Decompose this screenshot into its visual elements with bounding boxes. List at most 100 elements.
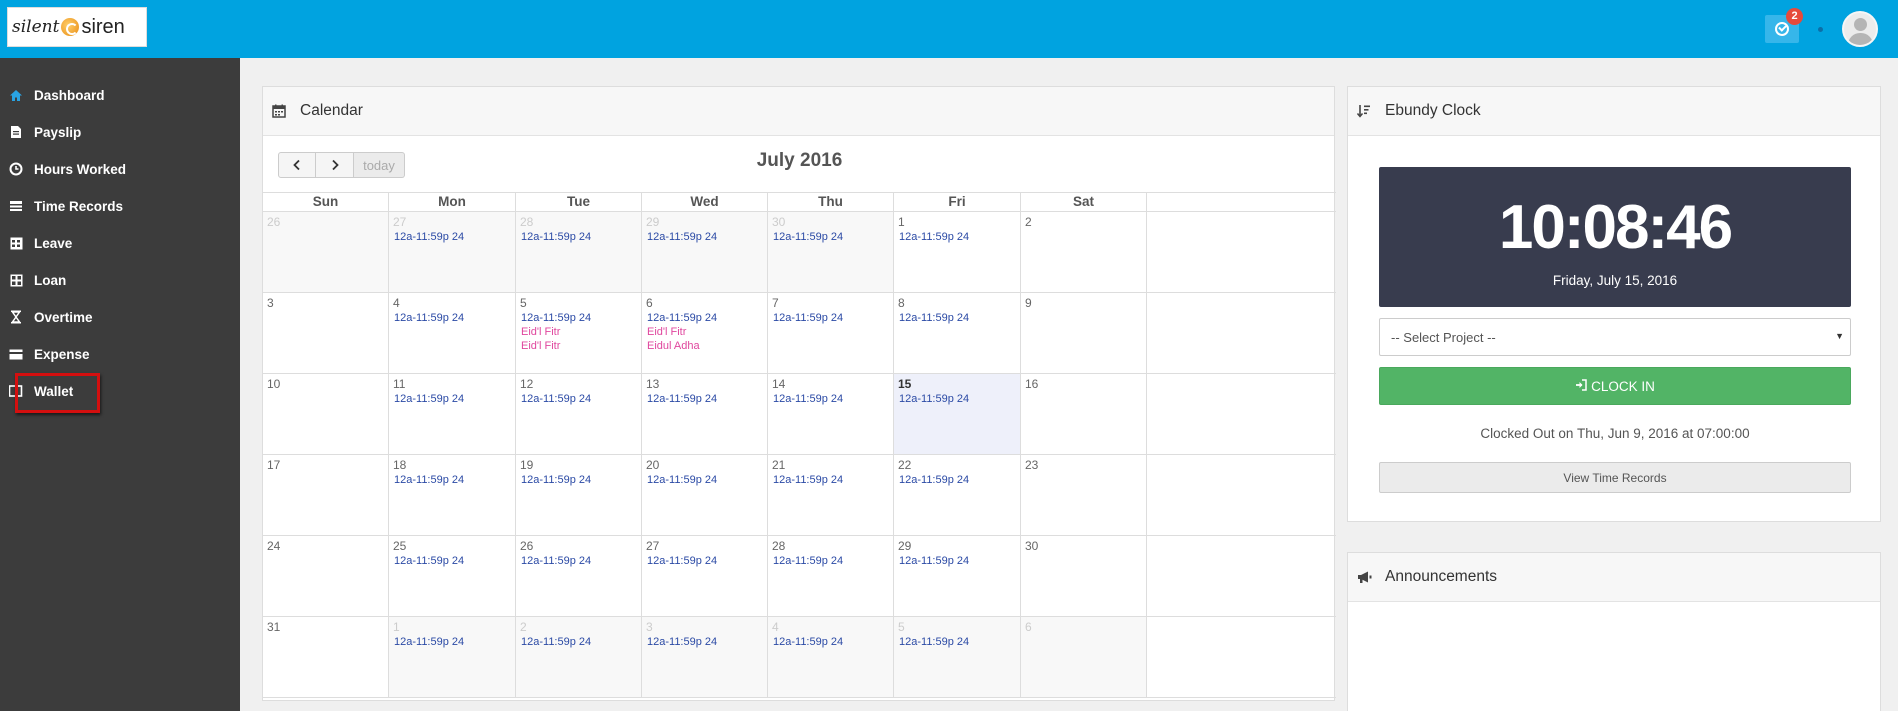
calendar-day[interactable]: 25 12a-11:59p 24 [389, 536, 516, 616]
sidebar-item-loan[interactable]: Loan [0, 265, 240, 295]
calendar-event[interactable]: 12a-11:59p 24 [647, 311, 763, 325]
sidebar-item-payslip[interactable]: Payslip [0, 117, 240, 147]
announcements-panel: Announcements [1347, 552, 1881, 711]
clock-in-button[interactable]: CLOCK IN [1379, 367, 1851, 405]
top-navbar: silent siren 2 [0, 0, 1898, 58]
calendar-day[interactable]: 5 12a-11:59p 24 [894, 617, 1021, 697]
calendar-day[interactable]: 4 12a-11:59p 24 [768, 617, 894, 697]
calendar-event[interactable]: 12a-11:59p 24 [647, 392, 763, 406]
calendar-day[interactable]: 4 12a-11:59p 24 [389, 293, 516, 373]
holiday-event[interactable]: Eid'l Fitr [647, 325, 763, 339]
calendar-week-row: 24 25 12a-11:59p 24 26 12a-11:59p 24 27 12a-11… [263, 536, 1336, 617]
calendar-event[interactable]: 12a-11:59p 24 [773, 635, 889, 649]
calendar-day[interactable]: 17 [263, 455, 389, 535]
calendar-event[interactable]: 12a-11:59p 24 [394, 635, 511, 649]
calendar-day[interactable]: 27 12a-11:59p 24 [642, 536, 768, 616]
calendar-day[interactable]: 27 12a-11:59p 24 [389, 212, 516, 292]
calendar-icon [272, 104, 288, 118]
calendar-event[interactable]: 12a-11:59p 24 [773, 473, 889, 487]
user-avatar[interactable] [1842, 11, 1878, 47]
calendar-event[interactable]: 12a-11:59p 24 [394, 311, 511, 325]
calendar-week-row: 3 4 12a-11:59p 24 5 12a-11:59p 24 Eid'l Fitr E… [263, 293, 1336, 374]
calendar-day[interactable]: 9 [1021, 293, 1147, 373]
sidebar-item-dashboard[interactable]: Dashboard [0, 80, 240, 110]
calendar-day[interactable]: 2 [1021, 212, 1147, 292]
calendar-day[interactable]: 28 12a-11:59p 24 [516, 212, 642, 292]
day-number: 3 [267, 296, 274, 310]
sidebar-item-expense[interactable]: Expense [0, 339, 240, 369]
calendar-event[interactable]: 12a-11:59p 24 [647, 554, 763, 568]
calendar-day[interactable]: 22 12a-11:59p 24 [894, 455, 1021, 535]
calendar-event[interactable]: 12a-11:59p 24 [521, 311, 637, 325]
calendar-event[interactable]: 12a-11:59p 24 [773, 554, 889, 568]
holiday-event[interactable]: Eid'l Fitr [521, 325, 637, 339]
calendar-day[interactable]: 29 12a-11:59p 24 [894, 536, 1021, 616]
sidebar-item-leave[interactable]: Leave [0, 228, 240, 258]
calendar-day[interactable]: 1 12a-11:59p 24 [389, 617, 516, 697]
calendar-day[interactable]: 23 [1021, 455, 1147, 535]
calendar-day[interactable]: 7 12a-11:59p 24 [768, 293, 894, 373]
calendar-event[interactable]: 12a-11:59p 24 [521, 230, 637, 244]
holiday-event[interactable]: Eidul Adha [647, 339, 763, 353]
calendar-day-today[interactable]: 15 12a-11:59p 24 [894, 374, 1021, 454]
calendar-day[interactable]: 10 [263, 374, 389, 454]
calendar-panel: Calendar today July 2016 Sun Mon Tue Wed Thu… [262, 86, 1336, 701]
weekday-header: Tue [516, 193, 642, 211]
calendar-event[interactable]: 12a-11:59p 24 [394, 230, 511, 244]
calendar-day[interactable]: 14 12a-11:59p 24 [768, 374, 894, 454]
calendar-day[interactable]: 6 [1021, 617, 1147, 697]
calendar-event[interactable]: 12a-11:59p 24 [521, 554, 637, 568]
calendar-day[interactable]: 28 12a-11:59p 24 [768, 536, 894, 616]
calendar-event[interactable]: 12a-11:59p 24 [773, 311, 889, 325]
calendar-day[interactable]: 29 12a-11:59p 24 [642, 212, 768, 292]
calendar-day[interactable]: 24 [263, 536, 389, 616]
calendar-day[interactable]: 12 12a-11:59p 24 [516, 374, 642, 454]
calendar-event[interactable]: 12a-11:59p 24 [647, 473, 763, 487]
calendar-day[interactable]: 26 12a-11:59p 24 [516, 536, 642, 616]
calendar-day[interactable]: 11 12a-11:59p 24 [389, 374, 516, 454]
sidebar-item-time-records[interactable]: Time Records [0, 191, 240, 221]
calendar-day[interactable]: 2 12a-11:59p 24 [516, 617, 642, 697]
calendar-day[interactable]: 13 12a-11:59p 24 [642, 374, 768, 454]
calendar-day[interactable]: 16 [1021, 374, 1147, 454]
calendar-day[interactable]: 19 12a-11:59p 24 [516, 455, 642, 535]
calendar-event[interactable]: 12a-11:59p 24 [647, 635, 763, 649]
wallet-highlight-box [15, 373, 100, 413]
calendar-day[interactable]: 30 12a-11:59p 24 [768, 212, 894, 292]
project-select[interactable]: -- Select Project -- ▼ [1379, 318, 1851, 356]
calendar-event[interactable]: 12a-11:59p 24 [899, 311, 1016, 325]
calendar-event[interactable]: 12a-11:59p 24 [773, 392, 889, 406]
calendar-day[interactable]: 5 12a-11:59p 24 Eid'l Fitr Eid'l Fitr [516, 293, 642, 373]
calendar-day[interactable]: 20 12a-11:59p 24 [642, 455, 768, 535]
calendar-event[interactable]: 12a-11:59p 24 [521, 635, 637, 649]
calendar-event[interactable]: 12a-11:59p 24 [899, 554, 1016, 568]
calendar-day[interactable]: 8 12a-11:59p 24 [894, 293, 1021, 373]
calendar-event[interactable]: 12a-11:59p 24 [521, 392, 637, 406]
calendar-day[interactable]: 3 [263, 293, 389, 373]
calendar-day[interactable]: 31 [263, 617, 389, 697]
calendar-day[interactable]: 30 [1021, 536, 1147, 616]
calendar-event[interactable]: 12a-11:59p 24 [899, 230, 1016, 244]
app-logo[interactable]: silent siren [7, 7, 147, 47]
calendar-day[interactable]: 6 12a-11:59p 24 Eid'l Fitr Eidul Adha [642, 293, 768, 373]
calendar-event[interactable]: 12a-11:59p 24 [899, 392, 1016, 406]
calendar-event[interactable]: 12a-11:59p 24 [647, 230, 763, 244]
calendar-day[interactable]: 1 12a-11:59p 24 [894, 212, 1021, 292]
sidebar-item-hours-worked[interactable]: Hours Worked [0, 154, 240, 184]
calendar-event[interactable]: 12a-11:59p 24 [899, 473, 1016, 487]
calendar-day[interactable]: 3 12a-11:59p 24 [642, 617, 768, 697]
view-time-records-button[interactable]: View Time Records [1379, 462, 1851, 493]
calendar-day[interactable]: 26 [263, 212, 389, 292]
tasks-badge: 2 [1786, 8, 1803, 25]
calendar-day[interactable]: 18 12a-11:59p 24 [389, 455, 516, 535]
day-number: 24 [267, 539, 281, 553]
calendar-event[interactable]: 12a-11:59p 24 [899, 635, 1016, 649]
calendar-event[interactable]: 12a-11:59p 24 [521, 473, 637, 487]
sidebar-item-overtime[interactable]: Overtime [0, 302, 240, 332]
calendar-event[interactable]: 12a-11:59p 24 [394, 473, 511, 487]
calendar-event[interactable]: 12a-11:59p 24 [394, 554, 511, 568]
holiday-event[interactable]: Eid'l Fitr [521, 339, 637, 353]
calendar-day[interactable]: 21 12a-11:59p 24 [768, 455, 894, 535]
calendar-event[interactable]: 12a-11:59p 24 [394, 392, 511, 406]
calendar-event[interactable]: 12a-11:59p 24 [773, 230, 889, 244]
